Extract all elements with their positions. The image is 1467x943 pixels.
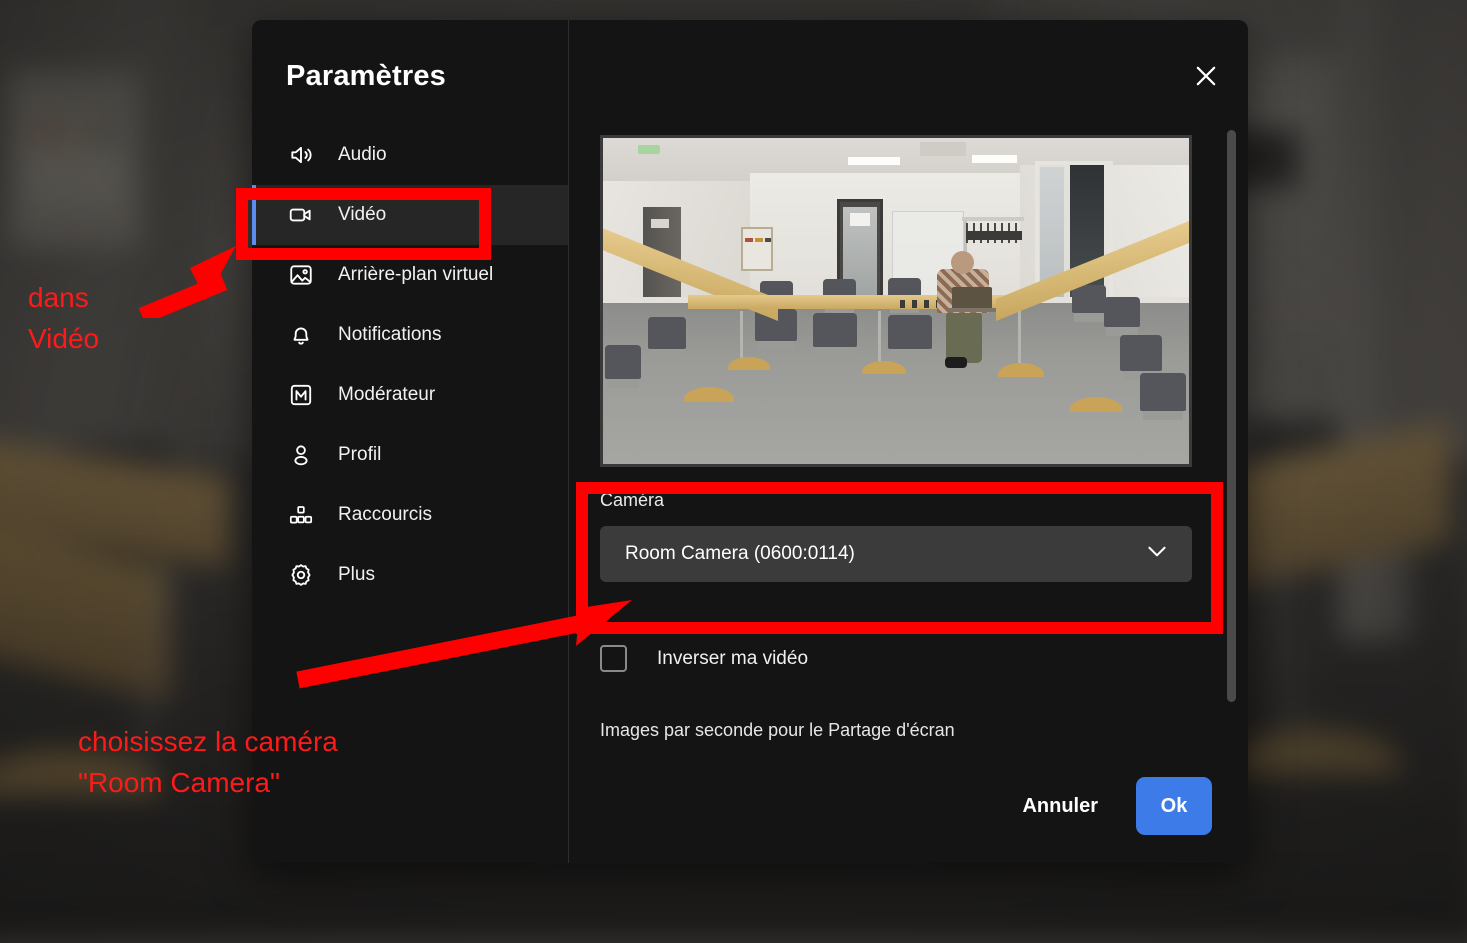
sidebar-item-audio[interactable]: Audio	[252, 125, 568, 185]
dialog-footer: Annuler Ok	[1008, 777, 1212, 835]
sidebar-item-notifications[interactable]: Notifications	[252, 305, 568, 365]
settings-dialog: Paramètres Audio Vidéo Arrière-plan virt…	[252, 20, 1248, 863]
sidebar-item-label: Vidéo	[338, 204, 387, 225]
screenshare-fps-label: Images par seconde pour le Partage d'écr…	[600, 720, 955, 740]
settings-nav: Audio Vidéo Arrière-plan virtuel Notific…	[252, 125, 568, 605]
video-settings-scroll-area: Caméra Room Camera (0600:0114) Inverser …	[569, 20, 1248, 743]
video-camera-icon	[286, 200, 316, 230]
sidebar-item-label: Plus	[338, 564, 375, 585]
shortcuts-grid-icon	[286, 500, 316, 530]
settings-content-video: Caméra Room Camera (0600:0114) Inverser …	[569, 20, 1248, 863]
mirror-video-checkbox[interactable]	[600, 645, 627, 672]
ok-button[interactable]: Ok	[1136, 777, 1212, 835]
bell-icon	[286, 320, 316, 350]
page-title: Paramètres	[286, 60, 446, 92]
speaker-icon	[286, 140, 316, 170]
sidebar-item-more[interactable]: Plus	[252, 545, 568, 605]
sidebar-item-label: Profil	[338, 444, 382, 465]
camera-label: Caméra	[600, 490, 665, 510]
close-button[interactable]	[1186, 58, 1226, 98]
sidebar-item-label: Audio	[338, 144, 387, 165]
camera-select-value: Room Camera (0600:0114)	[625, 543, 855, 564]
person-icon	[286, 440, 316, 470]
sidebar-item-virtual-background[interactable]: Arrière-plan virtuel	[252, 245, 568, 305]
cancel-button[interactable]: Annuler	[1008, 783, 1112, 830]
content-scrollbar-track[interactable]	[1227, 130, 1236, 730]
mirror-video-checkbox-row[interactable]: Inverser ma vidéo	[600, 645, 808, 672]
chevron-down-icon	[1144, 538, 1170, 570]
gear-icon	[286, 560, 316, 590]
settings-sidebar: Paramètres Audio Vidéo Arrière-plan virt…	[252, 20, 569, 863]
camera-select[interactable]: Room Camera (0600:0114)	[600, 526, 1192, 582]
sidebar-item-moderator[interactable]: Modérateur	[252, 365, 568, 425]
sidebar-item-shortcuts[interactable]: Raccourcis	[252, 485, 568, 545]
sidebar-item-label: Arrière-plan virtuel	[338, 264, 494, 285]
sidebar-item-profile[interactable]: Profil	[252, 425, 568, 485]
close-icon	[1192, 62, 1220, 95]
sidebar-item-video[interactable]: Vidéo	[252, 185, 568, 245]
sidebar-item-label: Notifications	[338, 324, 442, 345]
mirror-video-label: Inverser ma vidéo	[657, 647, 809, 669]
content-scrollbar-thumb[interactable]	[1227, 130, 1236, 702]
camera-section: Caméra Room Camera (0600:0114)	[600, 490, 1192, 582]
moderator-m-icon	[286, 380, 316, 410]
image-icon	[286, 260, 316, 290]
sidebar-item-label: Modérateur	[338, 384, 436, 405]
video-preview	[600, 135, 1192, 467]
sidebar-item-label: Raccourcis	[338, 504, 432, 525]
